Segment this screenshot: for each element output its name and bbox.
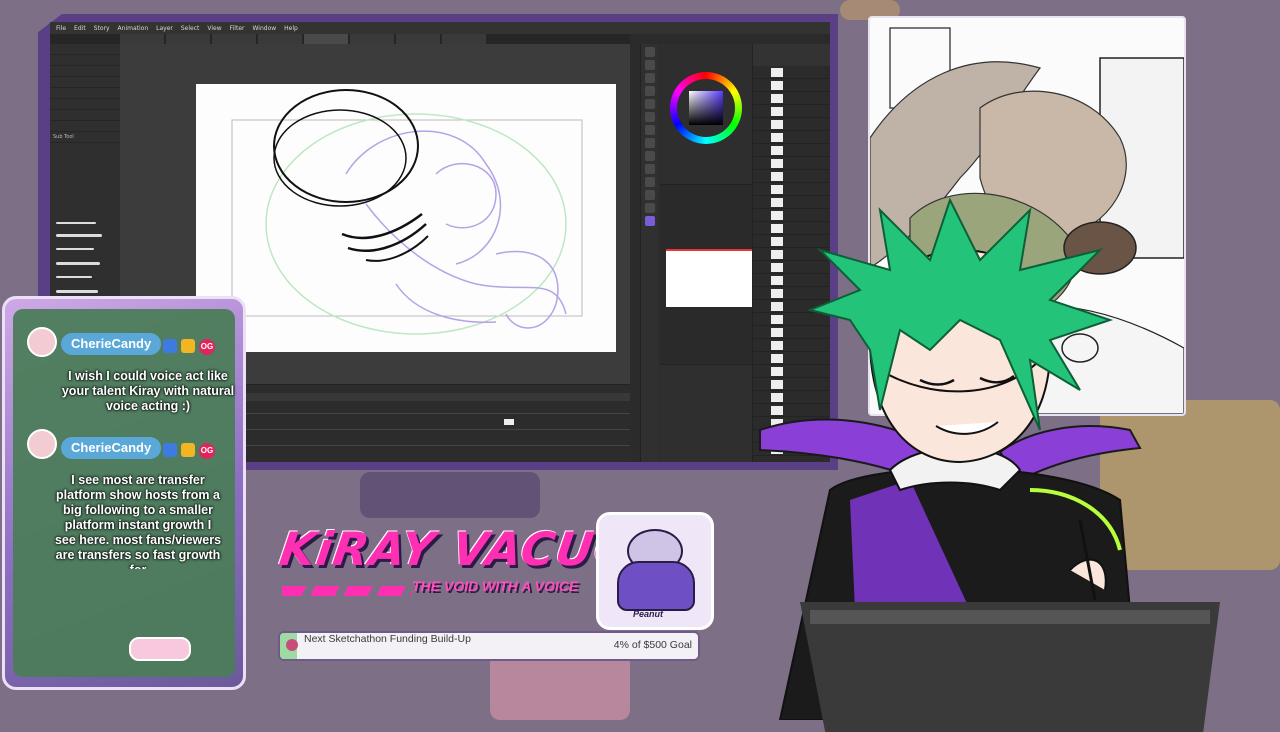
goal-title: Next Sketchathon Funding Build-Up xyxy=(304,633,471,645)
menu-item[interactable]: Animation xyxy=(118,25,149,32)
document-tab[interactable] xyxy=(258,34,302,44)
fill-tool-icon[interactable] xyxy=(645,164,655,174)
text-tool-icon[interactable] xyxy=(645,203,655,213)
property-row[interactable] xyxy=(50,77,120,88)
menu-item[interactable]: File xyxy=(56,25,66,32)
chat-message-text: I see most are transfer platform show ho… xyxy=(54,473,222,569)
saturation-value-square[interactable] xyxy=(689,91,723,125)
mascot-sticker: Peanut xyxy=(596,512,714,630)
brush-preview[interactable] xyxy=(56,248,94,250)
menu-item[interactable]: View xyxy=(207,25,221,32)
layer-row[interactable] xyxy=(753,131,830,144)
playhead-marker[interactable] xyxy=(504,419,514,425)
og-badge: OG xyxy=(199,339,215,355)
property-row[interactable] xyxy=(50,55,120,66)
tablet-edge xyxy=(810,610,1210,624)
pen-tool-icon[interactable] xyxy=(645,112,655,122)
background-sticker xyxy=(360,472,540,518)
layer-row[interactable] xyxy=(753,118,830,131)
og-badge: OG xyxy=(199,443,215,459)
funding-goal-bar: Next Sketchathon Funding Build-Up 4% of … xyxy=(278,631,700,661)
color-wheel[interactable] xyxy=(670,72,742,144)
property-row[interactable] xyxy=(50,44,120,55)
chat-user-avatar xyxy=(27,327,57,357)
eyedropper-icon[interactable] xyxy=(645,99,655,109)
property-row[interactable] xyxy=(50,88,120,99)
figure-tool-icon[interactable] xyxy=(645,190,655,200)
logo-stripes xyxy=(282,586,412,596)
layer-panel-header xyxy=(753,44,830,66)
tool-property-panel: Sub Tool xyxy=(50,44,121,324)
goal-amount: 4% of $500 Goal xyxy=(613,639,692,651)
menu-item[interactable]: Filter xyxy=(230,25,245,32)
property-row[interactable] xyxy=(50,121,120,132)
document-tab-active[interactable] xyxy=(304,34,348,44)
menu-item[interactable]: Layer xyxy=(156,25,173,32)
zoom-tool-icon[interactable] xyxy=(645,47,655,57)
document-tab[interactable] xyxy=(166,34,210,44)
pencil-tool-icon[interactable] xyxy=(645,125,655,135)
crown-badge-icon xyxy=(181,443,195,457)
document-tabs xyxy=(50,34,630,44)
crown-badge-icon xyxy=(181,339,195,353)
sub-tool-header: Sub Tool xyxy=(50,132,120,143)
gradient-tool-icon[interactable] xyxy=(645,177,655,187)
chat-message-text: I wish I could voice act like your talen… xyxy=(61,369,235,413)
brush-preview[interactable] xyxy=(56,276,92,278)
brush-preview[interactable] xyxy=(56,262,100,265)
menu-item[interactable]: Edit xyxy=(74,25,86,32)
vtuber-avatar xyxy=(700,190,1280,732)
color-wheel-center xyxy=(677,79,735,137)
chat-username: CherieCandy xyxy=(61,437,162,459)
mascot-car xyxy=(617,561,695,611)
document-tab[interactable] xyxy=(212,34,256,44)
color-swatch-icon[interactable] xyxy=(645,216,655,226)
menu-item[interactable]: Help xyxy=(284,25,298,32)
brush-tool-icon[interactable] xyxy=(645,138,655,148)
menu-bar: File Edit Story Animation Layer Select V… xyxy=(50,22,830,34)
chat-username: CherieCandy xyxy=(61,333,162,355)
drawing-canvas[interactable] xyxy=(196,84,616,352)
menu-item[interactable]: Window xyxy=(252,25,276,32)
document-tab[interactable] xyxy=(350,34,394,44)
document-tab[interactable] xyxy=(120,34,164,44)
chat-overlay: CherieCandy OG I wish I could voice act … xyxy=(2,296,246,690)
tool-strip xyxy=(640,44,659,462)
lasso-tool-icon[interactable] xyxy=(645,86,655,96)
layer-row[interactable] xyxy=(753,92,830,105)
document-tab[interactable] xyxy=(442,34,486,44)
layer-row[interactable] xyxy=(753,144,830,157)
brush-preview[interactable] xyxy=(56,290,98,293)
move-tool-icon[interactable] xyxy=(645,60,655,70)
brush-preview[interactable] xyxy=(56,234,102,237)
select-tool-icon[interactable] xyxy=(645,73,655,83)
layer-row[interactable] xyxy=(753,157,830,170)
menu-item[interactable]: Story xyxy=(94,25,110,32)
menu-item[interactable]: Select xyxy=(181,25,200,32)
layer-row[interactable] xyxy=(753,79,830,92)
sketch-drawing xyxy=(231,89,583,335)
mascot-label: Peanut xyxy=(633,609,664,619)
layer-row[interactable] xyxy=(753,105,830,118)
crown-badge-icon xyxy=(163,339,177,353)
layer-row[interactable] xyxy=(753,66,830,79)
chat-input-pill[interactable] xyxy=(129,637,191,661)
channel-tagline: THE VOID WITH A VOICE xyxy=(412,578,579,594)
color-wheel-panel xyxy=(660,44,752,184)
property-row[interactable] xyxy=(50,99,120,110)
layer-row[interactable] xyxy=(753,170,830,183)
goal-icon xyxy=(286,639,298,651)
chat-user-avatar xyxy=(27,429,57,459)
crown-badge-icon xyxy=(163,443,177,457)
channel-logo: KiRAY VACUO xyxy=(276,522,639,576)
property-row[interactable] xyxy=(50,66,120,77)
property-row[interactable] xyxy=(50,110,120,121)
document-tab[interactable] xyxy=(396,34,440,44)
eraser-tool-icon[interactable] xyxy=(645,151,655,161)
brush-preview[interactable] xyxy=(56,222,96,224)
